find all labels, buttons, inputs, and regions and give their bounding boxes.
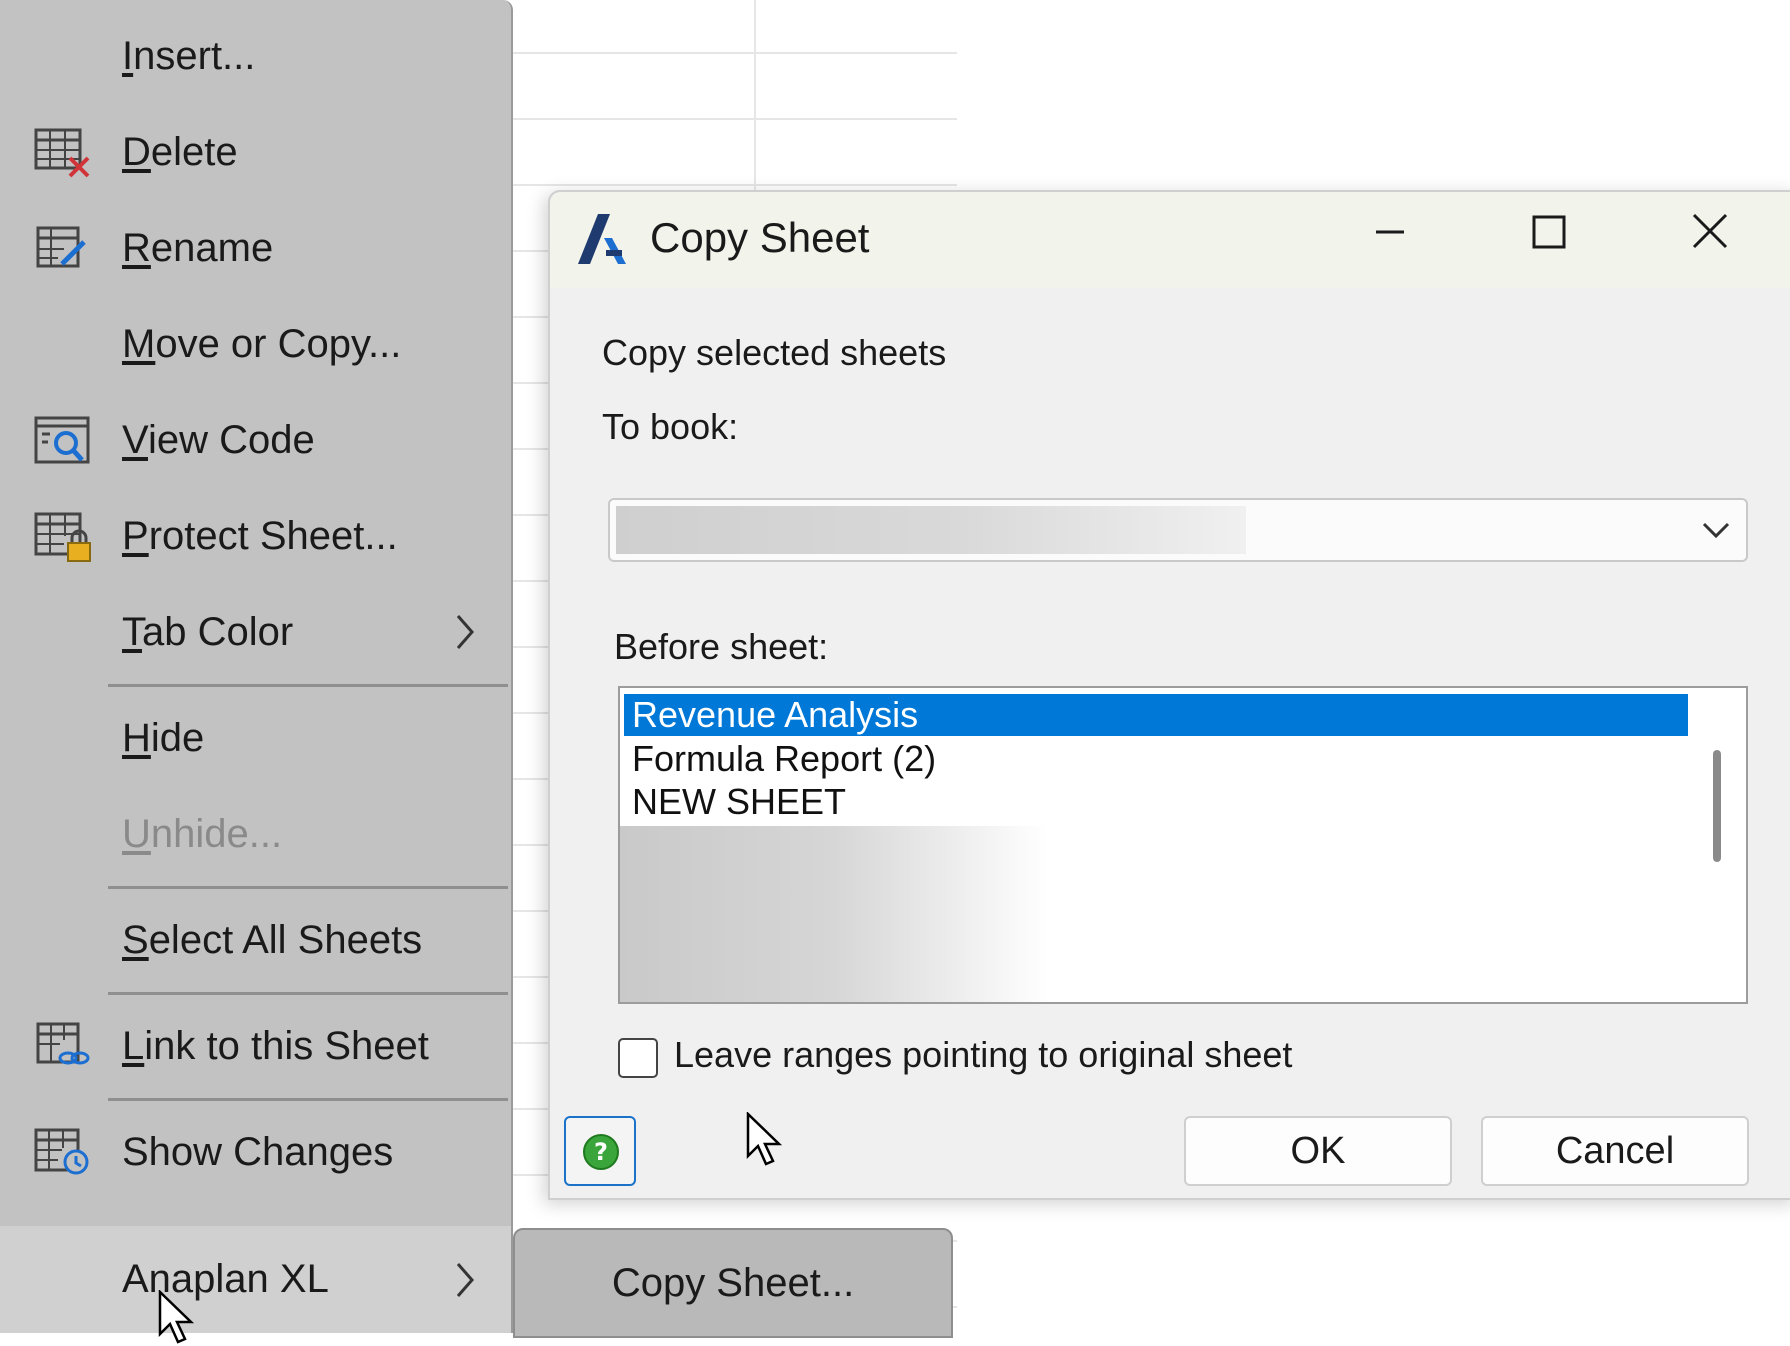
menu-item-select-all-sheets[interactable]: Select All Sheets [0, 892, 511, 988]
delete-sheet-icon [34, 128, 90, 178]
mouse-cursor-icon [746, 1112, 783, 1166]
view-code-icon [34, 416, 90, 464]
menu-item-label: Link to this Sheet [122, 1023, 429, 1068]
list-item[interactable]: Revenue Analysis [624, 694, 1688, 736]
close-icon[interactable] [1674, 200, 1746, 264]
grid-row-line [512, 184, 957, 186]
grid-row-line [512, 118, 957, 120]
help-icon: ? [583, 1134, 619, 1170]
list-scrollbar-thumb[interactable] [1713, 750, 1721, 862]
menu-item-label: Tab Color [122, 609, 294, 654]
menu-item-label: Show Changes [122, 1129, 394, 1174]
dialog-titlebar[interactable]: Copy Sheet [550, 192, 1790, 288]
chevron-down-icon [1702, 522, 1730, 539]
chevron-right-icon [456, 615, 474, 649]
menu-separator [108, 1098, 508, 1101]
mouse-cursor-icon [158, 1290, 195, 1344]
menu-item-show-changes[interactable]: Show Changes [0, 1104, 511, 1200]
grid-row-line [512, 52, 957, 54]
svg-text:?: ? [594, 1138, 608, 1166]
leave-ranges-checkbox[interactable] [618, 1038, 658, 1078]
menu-item-label: Anaplan XL [122, 1257, 329, 1301]
minimize-icon[interactable] [1354, 200, 1426, 264]
grid-column-line [754, 0, 756, 190]
help-button[interactable]: ? [564, 1116, 636, 1186]
menu-item-insert[interactable]: Insert... [0, 8, 511, 104]
menu-item-protect-sheet[interactable]: Protect Sheet... [0, 488, 511, 584]
menu-item-label: Rename [122, 225, 274, 270]
menu-separator [108, 992, 508, 995]
sheet-tab-context-menu: Insert... Delete Rename Move or Copy... [0, 0, 513, 1333]
menu-item-label: Protect Sheet... [122, 513, 398, 558]
link-sheet-icon [36, 1022, 90, 1065]
rename-sheet-icon [36, 226, 86, 268]
dialog-heading: Copy selected sheets [602, 332, 947, 373]
list-item[interactable]: Formula Report (2) [624, 738, 1688, 780]
copy-sheet-dialog: Copy Sheet Copy selected sheets To book:… [548, 190, 1790, 1200]
menu-item-delete[interactable]: Delete [0, 104, 511, 200]
cancel-button[interactable]: Cancel [1481, 1116, 1749, 1186]
menu-item-unhide: Unhide... [0, 786, 511, 882]
to-book-selected-value [616, 506, 1246, 554]
menu-item-label: View Code [122, 417, 315, 462]
show-changes-icon [34, 1128, 89, 1175]
to-book-dropdown[interactable] [608, 498, 1748, 562]
menu-item-rename[interactable]: Rename [0, 200, 511, 296]
menu-item-move-or-copy[interactable]: Move or Copy... [0, 296, 511, 392]
before-sheet-listbox[interactable]: Revenue Analysis Formula Report (2) NEW … [618, 686, 1748, 1004]
menu-item-label: Insert... [122, 33, 256, 78]
menu-item-label: Hide [122, 715, 205, 760]
menu-item-tab-color[interactable]: Tab Color [0, 584, 511, 680]
menu-separator [108, 886, 508, 889]
menu-item-link-to-sheet[interactable]: Link to this Sheet [0, 998, 511, 1094]
menu-item-anaplan-xl[interactable]: Anaplan XL [0, 1226, 511, 1333]
menu-item-label: Delete [122, 129, 238, 174]
menu-item-label: Move or Copy... [122, 321, 402, 366]
list-empty-area [620, 826, 1690, 1002]
dialog-title: Copy Sheet [650, 214, 870, 261]
list-item[interactable]: NEW SHEET [624, 781, 1688, 823]
menu-separator [108, 684, 508, 687]
chevron-right-icon [456, 1262, 474, 1297]
menu-item-label: Unhide... [122, 811, 283, 856]
menu-item-view-code[interactable]: View Code [0, 392, 511, 488]
menu-item-label: Select All Sheets [122, 917, 423, 962]
anaplan-xl-submenu: Copy Sheet... [513, 1228, 953, 1338]
to-book-label: To book: [602, 406, 739, 447]
ok-button[interactable]: OK [1184, 1116, 1452, 1186]
protect-sheet-icon [34, 512, 91, 562]
menu-item-hide[interactable]: Hide [0, 690, 511, 786]
before-sheet-label: Before sheet: [614, 626, 829, 667]
leave-ranges-label[interactable]: Leave ranges pointing to original sheet [674, 1034, 1292, 1076]
anaplan-logo-icon [578, 214, 626, 264]
submenu-item-copy-sheet[interactable]: Copy Sheet... [515, 1230, 951, 1336]
maximize-icon[interactable] [1514, 200, 1586, 264]
